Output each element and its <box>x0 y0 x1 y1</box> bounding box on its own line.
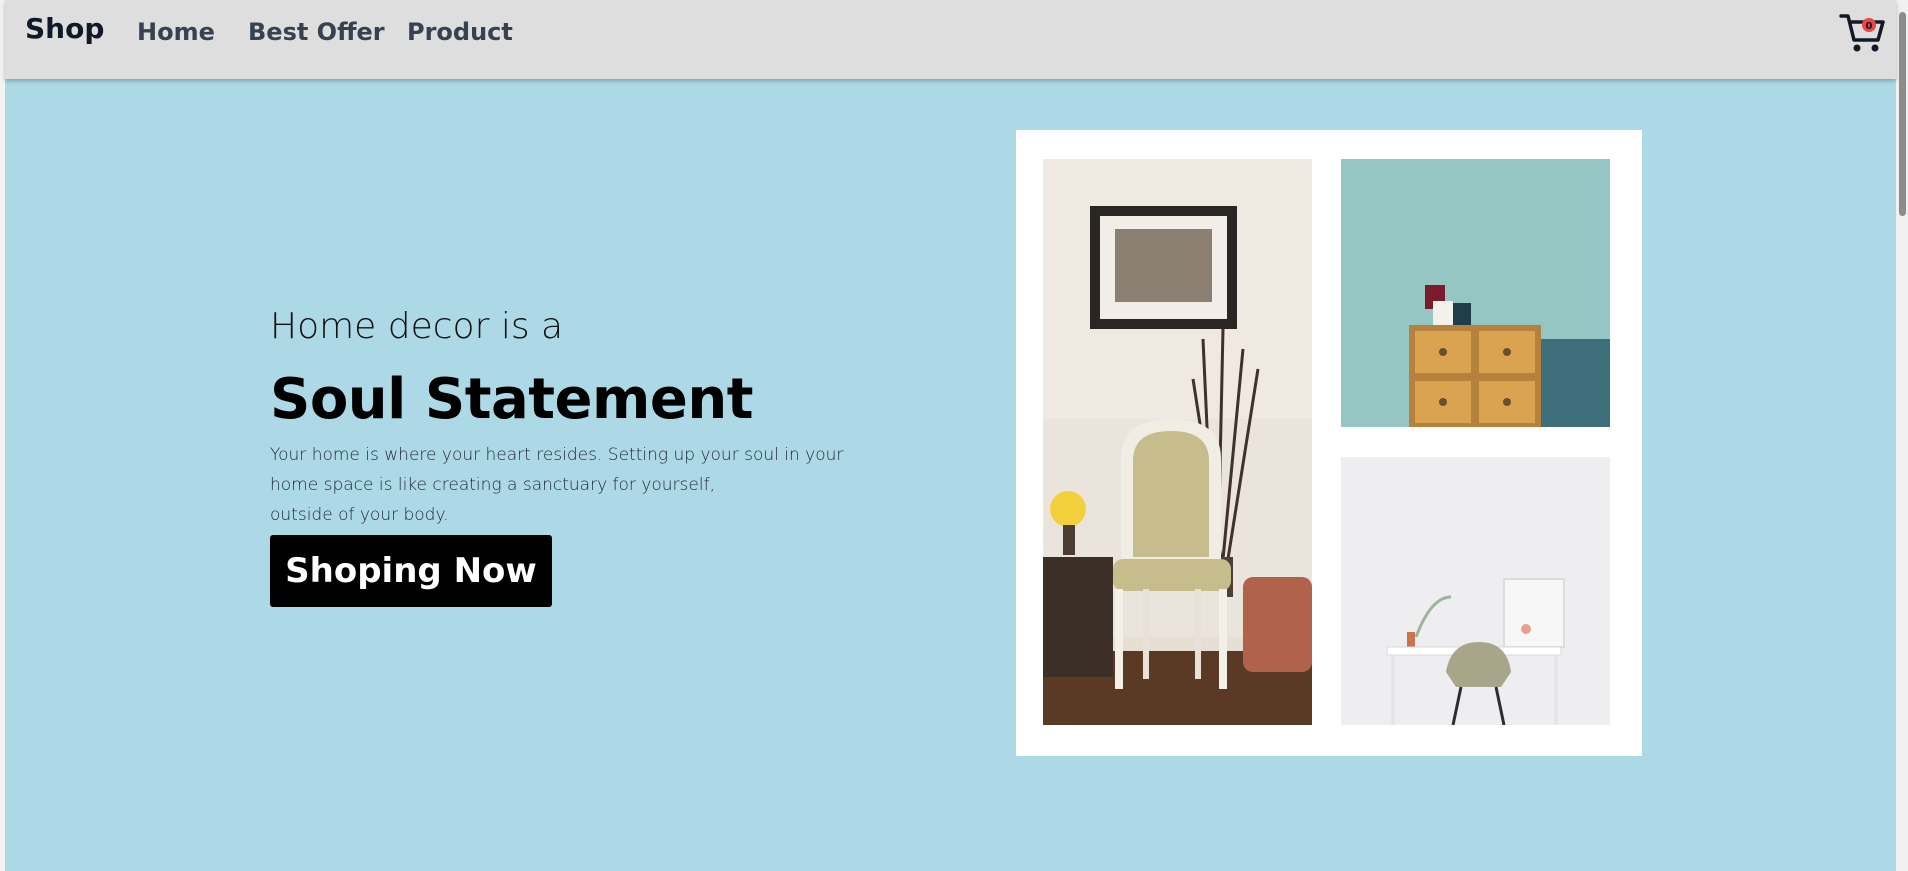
cart-count: 0 <box>1866 21 1873 32</box>
hero-description-line: outside of your body. <box>270 505 449 525</box>
drawer-cabinet-with-mugs-photo <box>1341 159 1610 427</box>
cart-count-badge: 0 <box>1862 18 1876 32</box>
hero-description-line: home space is like creating a sanctuary … <box>270 475 715 495</box>
nav-link-home[interactable]: Home <box>137 18 215 46</box>
image-gallery <box>1016 130 1642 756</box>
brand-logo[interactable]: Shop <box>25 12 104 45</box>
hero-description: Your home is where your heart resides. S… <box>270 440 860 530</box>
nav-link-best-offer[interactable]: Best Offer <box>248 18 385 46</box>
hero-title: Soul Statement <box>270 367 753 432</box>
cart-button[interactable]: 0 <box>1839 10 1887 54</box>
scrollbar-thumb[interactable] <box>1899 12 1906 216</box>
top-navbar: Shop Home Best Offer Product 0 <box>5 0 1896 79</box>
hero-subtitle: Home decor is a <box>270 306 564 347</box>
shopping-cart-icon: 0 <box>1839 14 1885 52</box>
chair-with-frame-photo <box>1043 159 1312 725</box>
desk-and-chair-photo <box>1341 457 1610 725</box>
hero-description-line: Your home is where your heart resides. S… <box>270 445 844 465</box>
nav-link-product[interactable]: Product <box>407 18 513 46</box>
shopping-now-button[interactable]: Shoping Now <box>270 535 552 607</box>
